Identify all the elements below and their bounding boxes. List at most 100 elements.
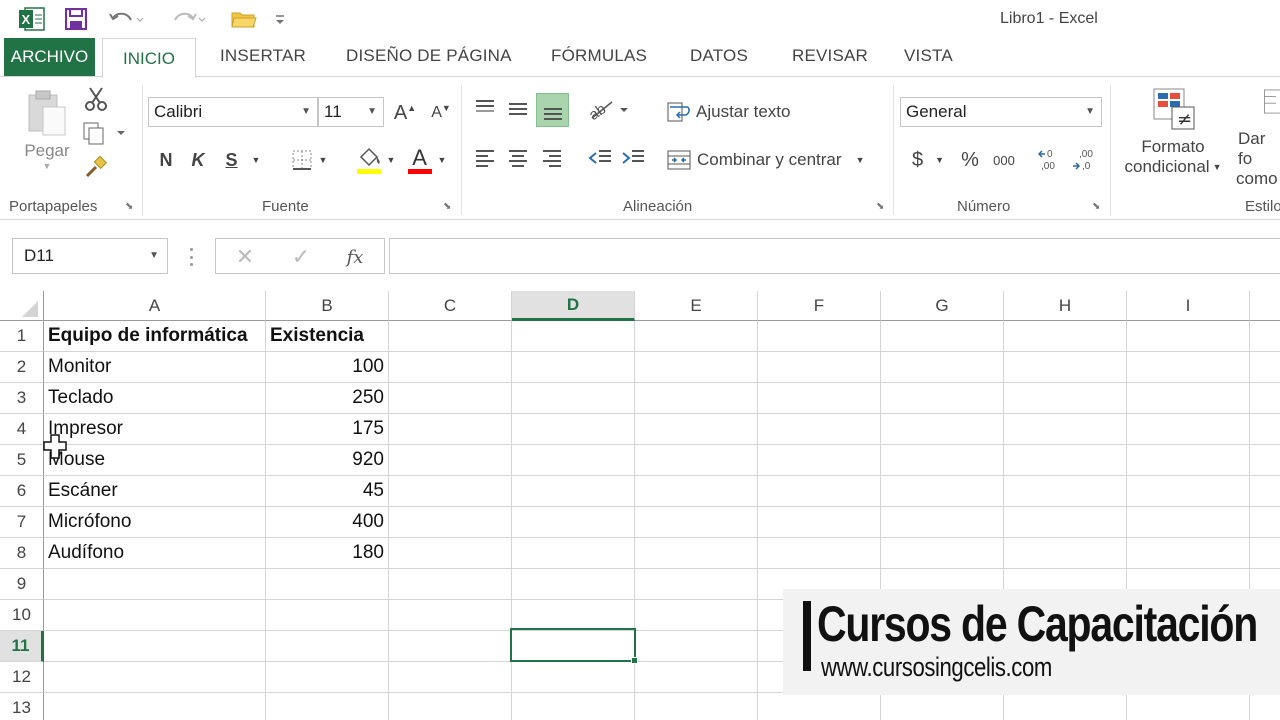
formula-bar-grip-icon[interactable] xyxy=(188,248,194,266)
row-header[interactable]: 1 xyxy=(0,321,44,352)
align-top-icon[interactable] xyxy=(470,93,500,125)
dialog-launcher-icon[interactable]: ⬊ xyxy=(125,201,133,212)
decrease-decimal-icon[interactable]: ,00,0 xyxy=(1070,143,1100,175)
format-as-table-button[interactable]: Dar fo como xyxy=(1234,85,1280,189)
tab-page-layout[interactable]: DISEÑO DE PÁGINA xyxy=(346,46,512,66)
insert-function-button[interactable]: fx xyxy=(340,243,370,271)
save-icon[interactable] xyxy=(62,6,90,32)
cell-b8[interactable]: 180 xyxy=(266,538,389,569)
thousands-button[interactable]: 000 xyxy=(988,145,1020,175)
select-all-corner[interactable] xyxy=(0,291,44,321)
cell-b1[interactable]: Existencia xyxy=(266,321,389,352)
italic-button[interactable]: K xyxy=(186,147,210,173)
row-header[interactable]: 4 xyxy=(0,414,44,445)
shrink-font-button[interactable]: A ▼ xyxy=(428,99,454,127)
format-painter-icon[interactable] xyxy=(82,153,110,181)
column-header-g[interactable]: G xyxy=(881,291,1004,321)
column-header-f[interactable]: F xyxy=(758,291,881,321)
tab-data[interactable]: DATOS xyxy=(690,46,748,66)
cell-a3[interactable]: Teclado xyxy=(44,383,266,414)
open-folder-icon[interactable] xyxy=(230,6,258,32)
column-header-h[interactable]: H xyxy=(1004,291,1127,321)
increase-indent-icon[interactable] xyxy=(618,143,648,173)
paste-button[interactable]: Pegar ▼ xyxy=(18,89,76,179)
cell-a1[interactable]: Equipo de informática xyxy=(44,321,266,352)
row-header[interactable]: 8 xyxy=(0,538,44,569)
chevron-down-icon: ▼ xyxy=(855,155,865,165)
cell-b5[interactable]: 920 xyxy=(266,445,389,476)
cell-a2[interactable]: Monitor xyxy=(44,352,266,383)
align-center-icon[interactable] xyxy=(503,143,533,173)
dialog-launcher-icon[interactable]: ⬊ xyxy=(876,201,884,212)
tab-review[interactable]: REVISAR xyxy=(792,46,868,66)
underline-button[interactable]: S ▼ xyxy=(220,147,266,173)
column-header-a[interactable]: A xyxy=(44,291,266,321)
font-size-combo[interactable]: 11 ▼ xyxy=(318,97,384,127)
number-format-combo[interactable]: General ▼ xyxy=(900,97,1102,127)
font-name-combo[interactable]: Calibri ▼ xyxy=(148,97,318,127)
cell-a6[interactable]: Escáner xyxy=(44,476,266,507)
tab-home[interactable]: INICIO xyxy=(102,38,196,78)
dialog-launcher-icon[interactable]: ⬊ xyxy=(1092,201,1100,212)
fill-handle[interactable] xyxy=(631,657,638,664)
cell-a8[interactable]: Audífono xyxy=(44,538,266,569)
row-header[interactable]: 9 xyxy=(0,569,44,600)
wrap-text-button[interactable]: Ajustar texto xyxy=(666,97,806,127)
column-header-b[interactable]: B xyxy=(266,291,389,321)
tab-formulas[interactable]: FÓRMULAS xyxy=(551,46,647,66)
column-header-next[interactable] xyxy=(1250,291,1280,321)
column-header-e[interactable]: E xyxy=(635,291,758,321)
font-color-button[interactable]: A ▼ xyxy=(404,143,450,177)
row-header[interactable]: 10 xyxy=(0,600,44,631)
tab-view[interactable]: VISTA xyxy=(904,46,953,66)
percent-button[interactable]: % xyxy=(957,145,983,175)
row-header[interactable]: 6 xyxy=(0,476,44,507)
undo-icon[interactable] xyxy=(106,6,146,32)
cell-b7[interactable]: 400 xyxy=(266,507,389,538)
cell-b4[interactable]: 175 xyxy=(266,414,389,445)
text-orientation-icon[interactable]: ab xyxy=(584,93,632,125)
borders-button[interactable]: ▼ xyxy=(286,147,332,173)
cut-icon[interactable] xyxy=(82,85,110,113)
copy-icon[interactable] xyxy=(80,119,128,147)
currency-button[interactable]: $ ▼ xyxy=(906,145,950,175)
confirm-entry-icon[interactable]: ✓ xyxy=(286,243,316,271)
row-header[interactable]: 5 xyxy=(0,445,44,476)
row-header[interactable]: 2 xyxy=(0,352,44,383)
grow-font-button[interactable]: A ▲ xyxy=(392,99,418,127)
customize-toolbar-icon[interactable] xyxy=(272,6,288,32)
row-header-active[interactable]: 11 xyxy=(0,631,44,662)
cell-a4[interactable]: Impresor xyxy=(44,414,266,445)
formula-input[interactable] xyxy=(389,238,1280,274)
column-header-d[interactable]: D xyxy=(512,291,635,321)
cell-b6[interactable]: 45 xyxy=(266,476,389,507)
redo-icon[interactable] xyxy=(168,6,208,32)
merge-center-button[interactable]: Combinar y centrar ▼ xyxy=(666,145,886,175)
bold-button[interactable]: N xyxy=(154,147,178,173)
align-right-icon[interactable] xyxy=(537,143,567,173)
active-cell-d11[interactable] xyxy=(510,628,636,662)
name-box[interactable]: D11 ▼ xyxy=(12,238,168,274)
decrease-indent-icon[interactable] xyxy=(585,143,615,173)
tab-file[interactable]: ARCHIVO xyxy=(4,38,95,76)
cancel-entry-icon[interactable]: ✕ xyxy=(230,243,260,271)
cell-a5[interactable]: Mouse xyxy=(44,445,266,476)
row-header[interactable]: 13 xyxy=(0,693,44,720)
column-header-c[interactable]: C xyxy=(389,291,512,321)
column-header-i[interactable]: I xyxy=(1127,291,1250,321)
dialog-launcher-icon[interactable]: ⬊ xyxy=(443,201,451,212)
cell-b2[interactable]: 100 xyxy=(266,352,389,383)
align-left-icon[interactable] xyxy=(470,143,500,173)
conditional-format-button[interactable]: ≠ Formato condicional ▼ xyxy=(1116,85,1230,189)
align-middle-icon[interactable] xyxy=(503,93,533,125)
cell-b3[interactable]: 250 xyxy=(266,383,389,414)
row-header[interactable]: 3 xyxy=(0,383,44,414)
row-header[interactable]: 12 xyxy=(0,662,44,693)
increase-decimal-icon[interactable]: 0,00 xyxy=(1036,143,1066,175)
fill-color-button[interactable]: ▼ xyxy=(352,143,398,177)
row-header[interactable]: 7 xyxy=(0,507,44,538)
tab-insert[interactable]: INSERTAR xyxy=(220,46,306,66)
align-bottom-icon[interactable] xyxy=(536,93,569,127)
font-color-swatch xyxy=(407,168,432,174)
cell-a7[interactable]: Micrófono xyxy=(44,507,266,538)
